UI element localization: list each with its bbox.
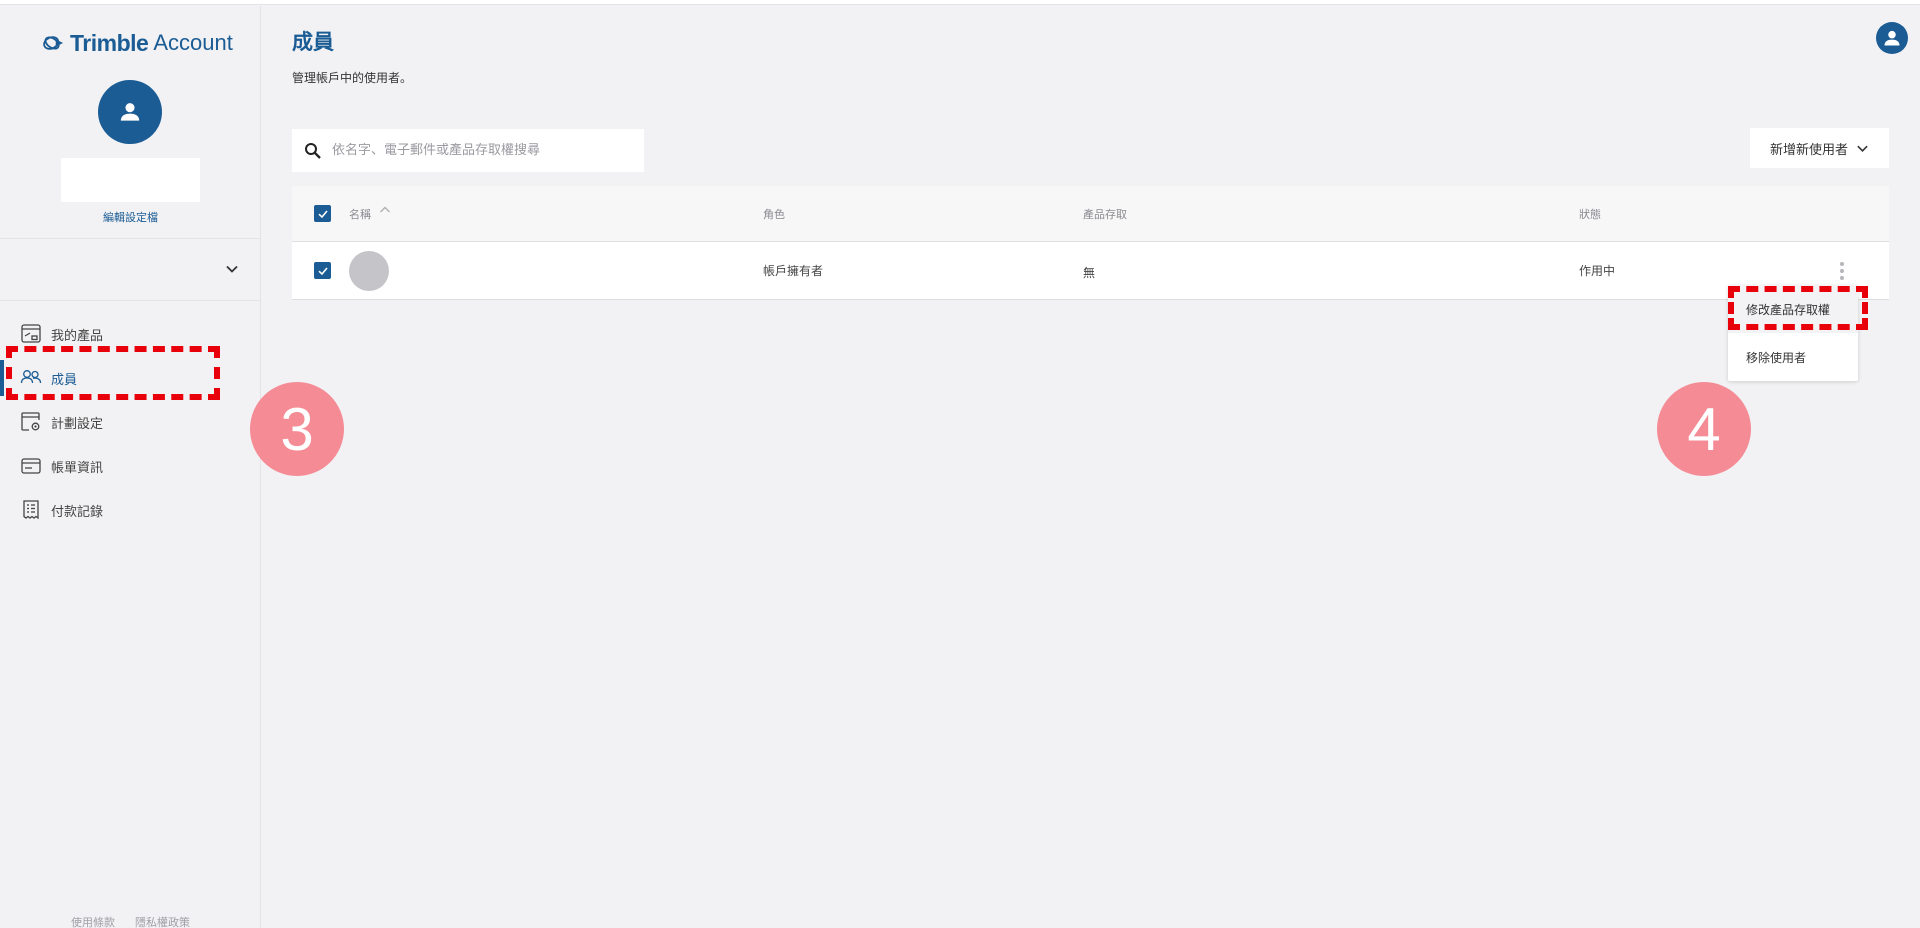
- search-field[interactable]: [292, 129, 644, 172]
- sidebar: Trimble Account 編輯設定檔 我的產品 成員 計劃設定 帳單資訊 …: [0, 6, 261, 928]
- product-window-icon: [20, 323, 42, 345]
- edit-profile-link[interactable]: 編輯設定檔: [0, 209, 261, 225]
- account-menu-avatar[interactable]: [1876, 22, 1908, 54]
- row-product-access: 無: [1083, 266, 1096, 280]
- column-label: 名稱: [349, 207, 371, 221]
- plan-settings-icon: [20, 411, 42, 433]
- column-header-role: 角色: [763, 207, 785, 221]
- sidebar-item-label: 付款記錄: [51, 504, 104, 520]
- step-4-badge: 4: [1657, 382, 1751, 476]
- row-status: 作用中: [1579, 264, 1616, 278]
- member-avatar: [349, 250, 389, 291]
- highlight-modify-access: [1728, 286, 1868, 330]
- row-name-cell: [349, 242, 401, 299]
- sidebar-divider: [0, 300, 261, 301]
- search-icon: [305, 142, 321, 159]
- brand-product: Account: [153, 30, 233, 55]
- user-icon: [120, 103, 140, 121]
- checkmark-icon: [317, 266, 328, 275]
- page-subtitle: 管理帳戶中的使用者。: [292, 71, 413, 85]
- sidebar-item-plan-settings[interactable]: 計劃設定: [0, 400, 261, 444]
- sidebar-divider: [0, 238, 261, 239]
- sidebar-item-label: 帳單資訊: [51, 460, 104, 476]
- profile-avatar[interactable]: [98, 80, 162, 144]
- table-header: 名稱 角色 產品存取 狀態: [292, 186, 1889, 242]
- members-table: 名稱 角色 產品存取 狀態 帳戶擁有者 無 作用中: [292, 186, 1889, 300]
- user-icon: [1884, 30, 1900, 46]
- trimble-logo-icon: [43, 36, 64, 50]
- more-actions-icon[interactable]: [1837, 260, 1847, 282]
- sidebar-item-billing[interactable]: 帳單資訊: [0, 444, 261, 488]
- select-all-checkbox[interactable]: [314, 205, 331, 222]
- billing-card-icon: [20, 455, 42, 477]
- terms-link[interactable]: 使用條款: [71, 914, 115, 928]
- top-border: [0, 0, 1920, 5]
- row-checkbox[interactable]: [314, 262, 331, 279]
- chevron-down-icon: [1857, 145, 1868, 152]
- row-select-cell: [314, 242, 331, 299]
- checkmark-icon: [317, 209, 328, 218]
- highlight-members-nav: [6, 346, 220, 400]
- sort-ascending-icon: [380, 206, 390, 212]
- page-title: 成員: [292, 30, 334, 54]
- sidebar-item-label: 我的產品: [51, 328, 104, 344]
- profile-name-redacted: [61, 158, 200, 202]
- brand-logo[interactable]: Trimble Account: [42, 26, 233, 60]
- sidebar-item-label: 計劃設定: [51, 416, 104, 432]
- step-3-badge: 3: [250, 382, 344, 476]
- receipt-icon: [20, 499, 42, 521]
- sidebar-footer: 使用條款 隱私權政策: [0, 914, 261, 928]
- table-row[interactable]: 帳戶擁有者 無 作用中: [292, 242, 1889, 300]
- add-new-user-label: 新增新使用者: [1769, 142, 1848, 158]
- account-selector[interactable]: [0, 244, 261, 300]
- row-role: 帳戶擁有者: [763, 264, 824, 278]
- add-new-user-button[interactable]: 新增新使用者: [1750, 128, 1889, 168]
- privacy-link[interactable]: 隱私權政策: [135, 914, 190, 928]
- column-header-name[interactable]: 名稱: [349, 186, 391, 241]
- column-header-status: 狀態: [1579, 207, 1601, 221]
- menu-item-remove-user[interactable]: 移除使用者: [1728, 333, 1858, 381]
- sidebar-item-payment-history[interactable]: 付款記錄: [0, 488, 261, 532]
- search-input[interactable]: [332, 143, 632, 158]
- column-header-product-access: 產品存取: [1083, 207, 1127, 221]
- brand-name: Trimble: [70, 29, 149, 56]
- select-all-cell: [314, 186, 331, 241]
- chevron-down-icon: [226, 265, 238, 273]
- sidebar-nav: 我的產品 成員 計劃設定 帳單資訊 付款記錄: [0, 312, 261, 532]
